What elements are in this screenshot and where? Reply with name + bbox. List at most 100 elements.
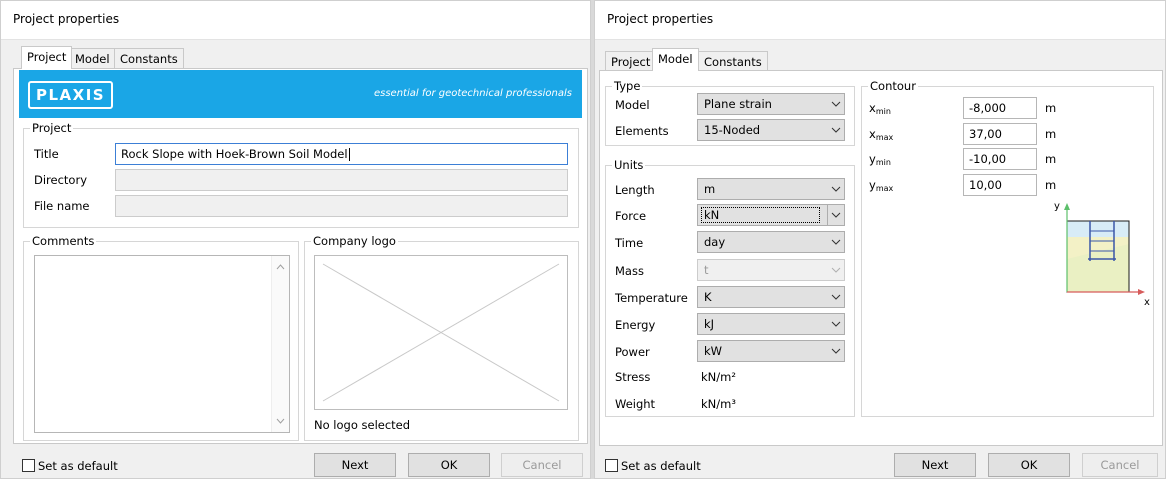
- ymax-label: ymax: [869, 178, 894, 193]
- company-logo-image[interactable]: [314, 255, 568, 410]
- stress-unit-value: kN/m²: [701, 370, 736, 384]
- force-label: Force: [615, 209, 647, 223]
- cancel-button[interactable]: Cancel: [501, 453, 583, 477]
- dialog-title: Project properties: [13, 12, 120, 26]
- dialog-titlebar: Project properties: [1, 1, 590, 40]
- xmax-unit: m: [1045, 127, 1057, 141]
- tab-constants[interactable]: Constants: [114, 48, 184, 68]
- tab-project[interactable]: Project: [605, 51, 657, 71]
- cancel-button[interactable]: Cancel: [1082, 453, 1158, 477]
- tab-project[interactable]: Project: [21, 46, 73, 69]
- dialog-titlebar: Project properties: [595, 1, 1165, 40]
- model-select[interactable]: Plane strain: [697, 93, 845, 115]
- scroll-up-icon[interactable]: [272, 260, 289, 274]
- weight-label: Weight: [615, 397, 656, 411]
- energy-unit-select[interactable]: kJ: [697, 313, 845, 335]
- set-as-default-label[interactable]: Set as default: [621, 459, 701, 473]
- y-axis-arrow-icon: [1064, 203, 1070, 210]
- chevron-down-icon[interactable]: [828, 341, 844, 361]
- empty-image-icon: [322, 263, 560, 402]
- file-name-input[interactable]: [115, 195, 568, 217]
- dialog-title: Project properties: [607, 12, 714, 26]
- force-unit-value: kN: [704, 208, 720, 222]
- plaxis-banner: PLAXIS essential for geotechnical profes…: [19, 70, 582, 118]
- ok-button[interactable]: OK: [988, 453, 1070, 477]
- type-group-title: Type: [612, 79, 643, 93]
- time-unit-value: day: [704, 235, 726, 249]
- tab-model[interactable]: Model: [69, 48, 116, 68]
- tab-model[interactable]: Model: [652, 48, 699, 71]
- elements-select-value: 15-Noded: [704, 123, 761, 137]
- next-button[interactable]: Next: [894, 453, 976, 477]
- time-label: Time: [615, 236, 644, 250]
- project-group-title: Project: [30, 121, 74, 135]
- length-unit-select[interactable]: m: [697, 178, 845, 200]
- chevron-down-icon[interactable]: [828, 314, 844, 334]
- plaxis-logo: PLAXIS: [28, 81, 114, 109]
- chevron-down-icon[interactable]: [828, 179, 844, 199]
- title-input[interactable]: Rock Slope with Hoek-Brown Soil Model: [115, 143, 568, 165]
- chevron-down-icon[interactable]: [828, 287, 844, 307]
- length-label: Length: [615, 183, 655, 197]
- energy-unit-value: kJ: [704, 317, 715, 331]
- set-as-default-checkbox[interactable]: [22, 459, 35, 472]
- mass-unit-select[interactable]: t: [697, 259, 845, 281]
- ymin-unit: m: [1045, 152, 1057, 166]
- directory-input[interactable]: [115, 169, 568, 191]
- xmax-input[interactable]: 37,00: [963, 123, 1037, 145]
- energy-label: Energy: [615, 318, 656, 332]
- ok-button[interactable]: OK: [408, 453, 490, 477]
- time-unit-select[interactable]: day: [697, 231, 845, 253]
- contour-preview-diagram: [1064, 203, 1145, 295]
- tab-constants[interactable]: Constants: [698, 51, 768, 71]
- temperature-unit-select[interactable]: K: [697, 286, 845, 308]
- ymax-unit: m: [1045, 178, 1057, 192]
- chevron-down-icon[interactable]: [828, 232, 844, 252]
- title-label: Title: [34, 147, 59, 161]
- comments-group-title: Comments: [30, 234, 97, 248]
- x-axis-label: x: [1144, 297, 1150, 308]
- length-unit-value: m: [704, 182, 716, 196]
- set-as-default-checkbox[interactable]: [605, 459, 618, 472]
- mass-unit-value: t: [704, 263, 709, 277]
- power-unit-value: kW: [704, 344, 723, 358]
- chevron-down-icon[interactable]: [827, 205, 844, 225]
- chevron-down-icon: [828, 260, 844, 280]
- scroll-down-icon[interactable]: [272, 414, 289, 428]
- company-logo-group-title: Company logo: [311, 234, 398, 248]
- title-input-value: Rock Slope with Hoek-Brown Soil Model: [121, 147, 348, 161]
- xmin-input[interactable]: -8,000: [963, 97, 1037, 119]
- xmin-unit: m: [1045, 101, 1057, 115]
- stress-label: Stress: [615, 370, 651, 384]
- banner-tagline: essential for geotechnical professionals: [373, 88, 572, 99]
- chevron-down-icon[interactable]: [828, 94, 844, 114]
- ymin-input[interactable]: -10,00: [963, 148, 1037, 170]
- xmin-label: xmin: [869, 101, 891, 116]
- force-unit-select[interactable]: kN: [697, 204, 845, 226]
- next-button[interactable]: Next: [314, 453, 396, 477]
- project-properties-dialog-project-tab: Project properties Project Model Constan…: [0, 0, 591, 479]
- model-label: Model: [615, 98, 650, 112]
- project-properties-dialog-model-tab: Project properties Project Model Constan…: [594, 0, 1166, 479]
- x-axis-arrow-icon: [1138, 289, 1145, 295]
- power-unit-select[interactable]: kW: [697, 340, 845, 362]
- mass-label: Mass: [615, 264, 644, 278]
- comments-textarea[interactable]: [34, 255, 290, 433]
- set-as-default-label[interactable]: Set as default: [38, 459, 118, 473]
- weight-unit-value: kN/m³: [701, 397, 736, 411]
- model-select-value: Plane strain: [704, 97, 772, 111]
- contour-group-title: Contour: [868, 79, 918, 93]
- power-label: Power: [615, 345, 650, 359]
- elements-label: Elements: [615, 124, 669, 138]
- text-caret: [348, 148, 350, 161]
- directory-label: Directory: [34, 173, 88, 187]
- elements-select[interactable]: 15-Noded: [697, 119, 845, 141]
- ymax-input[interactable]: 10,00: [963, 174, 1037, 196]
- y-axis-label: y: [1054, 201, 1060, 212]
- units-group-title: Units: [612, 158, 646, 172]
- chevron-down-icon[interactable]: [828, 120, 844, 140]
- preview-water-layer: [1067, 221, 1129, 237]
- ymin-label: ymin: [869, 152, 891, 167]
- comments-scrollbar[interactable]: [271, 256, 289, 432]
- xmax-label: xmax: [869, 127, 894, 142]
